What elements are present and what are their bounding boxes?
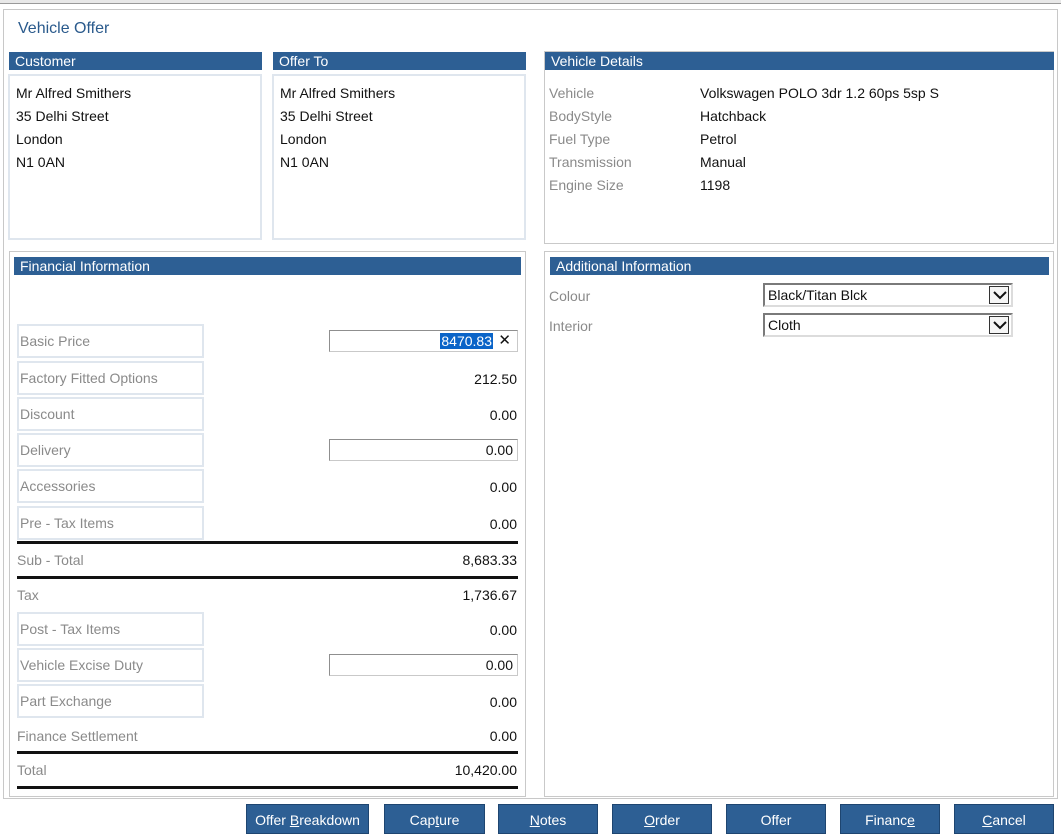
customer-line: N1 0AN [16, 154, 66, 170]
button-label: N [529, 812, 540, 828]
vehicle-value: Volkswagen POLO 3dr 1.2 60ps 5sp S [700, 85, 939, 101]
button-label: B [289, 812, 300, 828]
factory-options-value: 212.50 [474, 371, 517, 387]
customer-line: London [16, 131, 63, 147]
interior-label: Interior [549, 318, 593, 334]
factory-options-label: Factory Fitted Options [17, 361, 204, 395]
accessories-label: Accessories [17, 469, 204, 503]
button-label: Offer [255, 812, 290, 828]
capture-button[interactable]: Capture [384, 804, 485, 834]
pre-tax-value: 0.00 [489, 516, 517, 532]
divider [17, 786, 518, 789]
button-label: Financ [865, 812, 908, 828]
button-label: e [907, 812, 915, 828]
button-label: Offer [760, 812, 792, 828]
discount-value: 0.00 [489, 407, 517, 423]
basic-price-input[interactable]: 8470.83 ✕ [329, 330, 518, 352]
offer-to-header: Offer To [273, 52, 526, 70]
accessories-value: 0.00 [489, 479, 517, 495]
total-value: 10,420.00 [454, 762, 517, 778]
tax-value: 1,736.67 [462, 587, 518, 603]
button-label: O [644, 812, 655, 828]
excise-duty-label: Vehicle Excise Duty [17, 648, 204, 682]
total-label: Total [17, 762, 47, 778]
button-label: otes [539, 812, 567, 828]
chevron-down-icon[interactable] [989, 316, 1009, 334]
offer-to-line: N1 0AN [280, 154, 330, 170]
excise-duty-input[interactable]: 0.00 [329, 654, 518, 676]
fuel-type-label: Fuel Type [549, 131, 611, 147]
colour-select[interactable]: Black/Titan Blck [763, 283, 1013, 307]
offer-to-line: 35 Delhi Street [280, 108, 373, 124]
fuel-type-value: Petrol [700, 131, 737, 147]
button-label: ancel [992, 812, 1026, 828]
customer-line: 35 Delhi Street [16, 108, 109, 124]
finance-settlement-label: Finance Settlement [17, 728, 138, 744]
divider [17, 751, 518, 754]
notes-button[interactable]: Notes [498, 804, 598, 834]
pre-tax-label: Pre - Tax Items [17, 506, 204, 540]
button-label: reakdown [299, 812, 360, 828]
interior-selected-value: Cloth [768, 317, 801, 333]
delivery-input[interactable]: 0.00 [329, 439, 518, 461]
delivery-label: Delivery [17, 433, 204, 467]
tax-label: Tax [17, 587, 39, 603]
button-label: C [982, 812, 993, 828]
vehicle-label: Vehicle [549, 85, 595, 101]
engine-size-value: 1198 [700, 177, 731, 193]
window-top-edge [0, 0, 1061, 4]
financial-header: Financial Information [14, 257, 521, 275]
post-tax-label: Post - Tax Items [17, 612, 204, 646]
part-exchange-value: 0.00 [489, 694, 517, 710]
basic-price-value: 8470.83 [440, 333, 493, 349]
finance-button[interactable]: Finance [840, 804, 940, 834]
discount-label: Discount [17, 397, 204, 431]
subtotal-label: Sub - Total [17, 552, 84, 568]
colour-selected-value: Black/Titan Blck [768, 287, 868, 303]
button-label: Cap [409, 812, 436, 828]
page-title: Vehicle Offer [18, 20, 110, 37]
engine-size-label: Engine Size [549, 177, 624, 193]
order-button[interactable]: Order [612, 804, 712, 834]
button-label: rder [654, 812, 680, 828]
part-exchange-label: Part Exchange [17, 684, 204, 718]
post-tax-value: 0.00 [489, 622, 517, 638]
bodystyle-label: BodyStyle [549, 108, 613, 124]
basic-price-label: Basic Price [17, 324, 204, 358]
divider [17, 541, 518, 544]
customer-header: Customer [9, 52, 262, 70]
cancel-button[interactable]: Cancel [954, 804, 1054, 834]
offer-to-line: Mr Alfred Smithers [280, 85, 396, 101]
clear-icon[interactable]: ✕ [498, 331, 511, 351]
colour-label: Colour [549, 288, 591, 304]
divider [17, 576, 518, 579]
vehicle-details-header: Vehicle Details [545, 52, 1054, 70]
vehicle-details-panel [544, 51, 1054, 244]
additional-header: Additional Information [550, 257, 1049, 275]
bodystyle-value: Hatchback [700, 108, 767, 124]
button-label: ure [439, 812, 460, 828]
transmission-value: Manual [700, 154, 746, 170]
chevron-down-icon[interactable] [989, 286, 1009, 304]
customer-line: Mr Alfred Smithers [16, 85, 132, 101]
transmission-label: Transmission [549, 154, 632, 170]
offer-button[interactable]: Offer [726, 804, 826, 834]
interior-select[interactable]: Cloth [763, 313, 1013, 337]
finance-settlement-value: 0.00 [489, 728, 517, 744]
offer-breakdown-button[interactable]: Offer Breakdown [246, 804, 369, 834]
offer-to-line: London [280, 131, 327, 147]
subtotal-value: 8,683.33 [462, 552, 518, 568]
